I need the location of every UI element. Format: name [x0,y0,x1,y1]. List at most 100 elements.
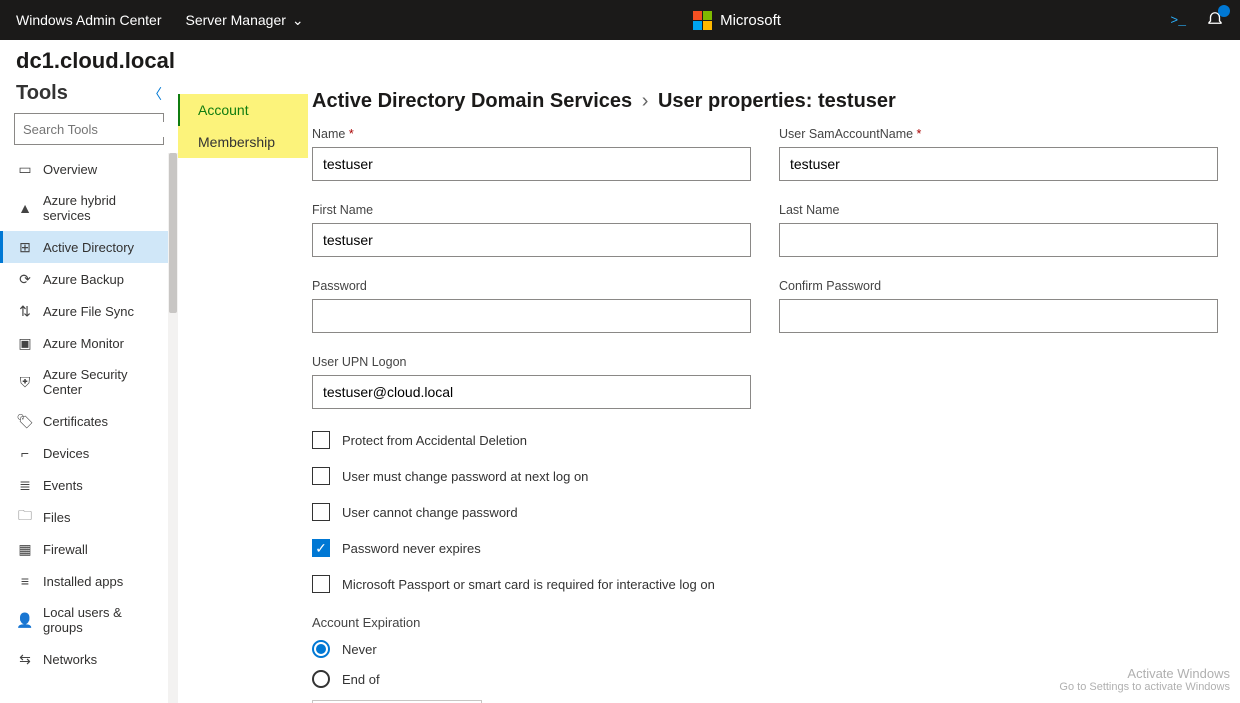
checkbox-label: User must change password at next log on [342,469,588,484]
tool-item-azure-hybrid-services[interactable]: ▲ Azure hybrid services [0,185,168,231]
tools-scrollbar[interactable] [168,153,178,703]
label-last-name: Last Name [779,203,1218,217]
label-upn: User UPN Logon [312,355,751,369]
subnav-item-membership[interactable]: Membership [178,126,308,158]
label-confirm-password: Confirm Password [779,279,1218,293]
tool-item-azure-monitor[interactable]: ▣Azure Monitor [0,327,168,359]
cert-icon: 🏷 [17,413,33,429]
field-sam: User SamAccountName [779,127,1218,181]
activate-windows-watermark: Activate Windows Go to Settings to activ… [1059,666,1230,693]
breadcrumb: Active Directory Domain Services › User … [312,78,1226,127]
breadcrumb-leaf: User properties: testuser [658,90,896,112]
powershell-icon[interactable]: >_ [1170,13,1186,28]
tool-item-certificates[interactable]: 🏷 Certificates [0,405,168,437]
label-password: Password [312,279,751,293]
tool-item-label: Azure Backup [43,272,124,287]
microsoft-label: Microsoft [720,12,781,29]
tool-item-label: Active Directory [43,240,134,255]
checkbox-label: User cannot change password [342,505,518,520]
tool-item-azure-backup[interactable]: ⟳Azure Backup [0,263,168,295]
radio-circle[interactable] [312,640,330,658]
subnav-item-account[interactable]: Account [178,94,308,126]
radio-never[interactable]: Never [312,640,1218,658]
checkbox-2[interactable]: User cannot change password [312,503,1218,521]
tool-item-firewall[interactable]: ▦Firewall [0,533,168,565]
server-manager-dropdown[interactable]: Server Manager ⌄ [186,12,304,29]
collapse-tools-icon[interactable]: 〈 [148,84,162,104]
checkbox-1[interactable]: User must change password at next log on [312,467,1218,485]
azure-icon: ▲ [17,200,33,216]
tool-item-installed-apps[interactable]: ≡Installed apps [0,565,168,597]
main-content: Active Directory Domain Services › User … [308,78,1240,703]
breadcrumb-root[interactable]: Active Directory Domain Services [312,90,632,112]
field-upn: User UPN Logon [312,355,751,409]
checkbox-group: Protect from Accidental Deletion User mus… [312,431,1218,611]
checkbox-4[interactable]: Microsoft Passport or smart card is requ… [312,575,1218,593]
input-name[interactable] [312,147,751,181]
checkbox-label: Password never expires [342,541,481,556]
input-sam[interactable] [779,147,1218,181]
filesync-icon: ⇅ [17,303,33,319]
input-last-name[interactable] [779,223,1218,257]
checkbox-box[interactable] [312,503,330,521]
radio-circle[interactable] [312,670,330,688]
chevron-right-icon: › [638,90,653,112]
input-confirm-password[interactable] [779,299,1218,333]
microsoft-badge[interactable]: Microsoft [693,11,781,30]
server-name: dc1.cloud.local [0,40,1240,78]
tool-item-overview[interactable]: ▭Overview [0,153,168,185]
tools-title: Tools [16,82,68,105]
tool-item-networks[interactable]: ⇆Networks [0,643,168,675]
tool-item-label: Azure hybrid services [43,193,154,223]
tools-list: ▭Overview ▲ Azure hybrid services ⊞ Active D… [0,153,168,703]
radio-label: Never [342,642,377,657]
tool-item-label: Certificates [43,414,108,429]
field-password: Password [312,279,751,333]
tool-item-events[interactable]: ≣Events [0,469,168,501]
radio-label: End of [342,672,380,687]
field-confirm-password: Confirm Password [779,279,1218,333]
tool-item-azure-file-sync[interactable]: ⇅Azure File Sync [0,295,168,327]
checkbox-0[interactable]: Protect from Accidental Deletion [312,431,1218,449]
tool-item-label: Networks [43,652,97,667]
field-name: Name [312,127,751,181]
input-password[interactable] [312,299,751,333]
app-brand[interactable]: Windows Admin Center [16,12,162,28]
label-name: Name [312,127,751,141]
notifications-icon[interactable] [1206,9,1224,32]
users-icon: 👤 [17,612,33,628]
tool-item-label: Azure Security Center [43,367,154,397]
label-first-name: First Name [312,203,751,217]
field-last-name: Last Name [779,203,1218,257]
input-first-name[interactable] [312,223,751,257]
tool-item-local-users-groups[interactable]: 👤 Local users & groups [0,597,168,643]
checkbox-3[interactable]: ✓ Password never expires [312,539,1218,557]
tools-panel: Tools 〈 ▭Overview ▲ Azure hybrid services ⊞… [0,78,178,703]
tool-item-label: Firewall [43,542,88,557]
checkbox-box[interactable] [312,431,330,449]
security-icon: ⛨ [17,374,33,390]
tool-item-label: Files [43,510,70,525]
tool-item-label: Local users & groups [43,605,154,635]
field-first-name: First Name [312,203,751,257]
input-upn[interactable] [312,375,751,409]
tool-item-devices[interactable]: ⌐Devices [0,437,168,469]
tool-item-files[interactable]: 🗀Files [0,501,168,533]
tool-item-label: Azure Monitor [43,336,124,351]
expiration-label: Account Expiration [312,615,1218,630]
checkbox-label: Microsoft Passport or smart card is requ… [342,577,715,592]
ad-icon: ⊞ [17,239,33,255]
checkbox-box[interactable] [312,467,330,485]
checkbox-label: Protect from Accidental Deletion [342,433,527,448]
checkbox-box[interactable] [312,575,330,593]
tools-search[interactable] [14,113,164,145]
server-manager-label: Server Manager [186,12,286,28]
tool-item-label: Devices [43,446,89,461]
microsoft-logo-icon [693,11,712,30]
tool-item-label: Installed apps [43,574,123,589]
topbar: Windows Admin Center Server Manager ⌄ Mi… [0,0,1240,40]
checkbox-box[interactable]: ✓ [312,539,330,557]
overview-icon: ▭ [17,161,33,177]
tool-item-azure-security-center[interactable]: ⛨ Azure Security Center [0,359,168,405]
tool-item-active-directory[interactable]: ⊞ Active Directory [0,231,168,263]
